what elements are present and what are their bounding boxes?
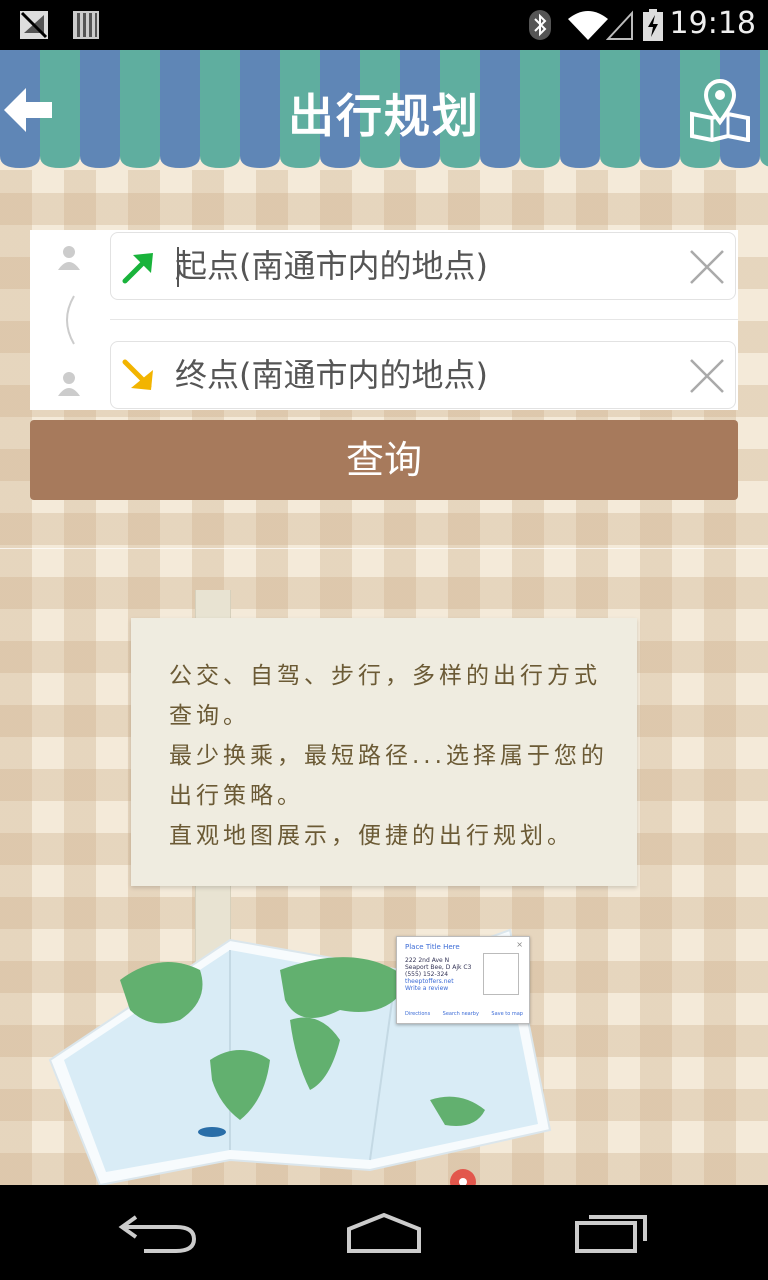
- end-arrow-icon: [122, 359, 153, 390]
- person-icon: [58, 372, 80, 396]
- start-input[interactable]: [175, 243, 675, 289]
- sign-line: 查询。: [169, 703, 250, 729]
- info-signboard: 公交、自驾、步行，多样的出行方式 查询。 最少换乘，最短路径...选择属于您的 …: [131, 618, 637, 886]
- sign-line: 直观地图展示，便捷的出行规划。: [169, 823, 574, 849]
- popup-link: Save to map: [491, 1011, 523, 1017]
- system-nav-bar: [0, 1185, 768, 1280]
- map-pin-icon: [690, 79, 750, 143]
- popup-link: Directions: [405, 1011, 431, 1017]
- no-signal-icon: [20, 11, 48, 39]
- clear-end-icon[interactable]: [685, 354, 729, 398]
- decorative-line: [0, 548, 768, 549]
- end-input[interactable]: [175, 352, 675, 398]
- query-button[interactable]: 查询: [30, 420, 738, 500]
- map-popup: Place Title Here × 222 2nd Ave N Seaport…: [396, 936, 530, 1024]
- recents-nav-icon[interactable]: [567, 1205, 657, 1255]
- storage-icon: [73, 11, 99, 39]
- clock: 19:18: [669, 6, 756, 41]
- start-field[interactable]: [110, 232, 736, 300]
- back-nav-icon[interactable]: [114, 1205, 204, 1255]
- clear-start-icon[interactable]: [685, 245, 729, 289]
- page-title: 出行规划: [288, 89, 480, 143]
- home-nav-icon[interactable]: [339, 1205, 429, 1255]
- end-field[interactable]: [110, 341, 736, 409]
- bluetooth-icon: [529, 10, 551, 40]
- sign-line: 最少换乘，最短路径...选择属于您的: [169, 743, 608, 769]
- popup-photo: [483, 953, 519, 995]
- close-icon: ×: [516, 940, 523, 949]
- content-area: 查询 Place Title Here × 222 2nd Ave N Seap…: [0, 170, 768, 1185]
- route-search-panel: [30, 230, 738, 410]
- status-bar: 19:18: [0, 0, 768, 50]
- swap-icon[interactable]: [58, 294, 78, 346]
- app-toolbar: 出行规划: [0, 50, 768, 170]
- popup-title: Place Title Here: [405, 943, 460, 951]
- popup-link: Search nearby: [442, 1011, 479, 1017]
- divider: [110, 319, 738, 320]
- person-icon: [58, 246, 80, 270]
- map-button[interactable]: [690, 78, 750, 143]
- sign-line: 公交、自驾、步行，多样的出行方式: [169, 663, 601, 689]
- battery-charging-icon: [643, 9, 663, 41]
- awning-decoration: [0, 148, 768, 170]
- wifi-icon: [568, 11, 608, 40]
- start-arrow-icon: [122, 253, 153, 284]
- cell-signal-icon: [606, 10, 633, 40]
- sign-line: 出行策略。: [169, 783, 304, 809]
- text-cursor: [177, 247, 179, 287]
